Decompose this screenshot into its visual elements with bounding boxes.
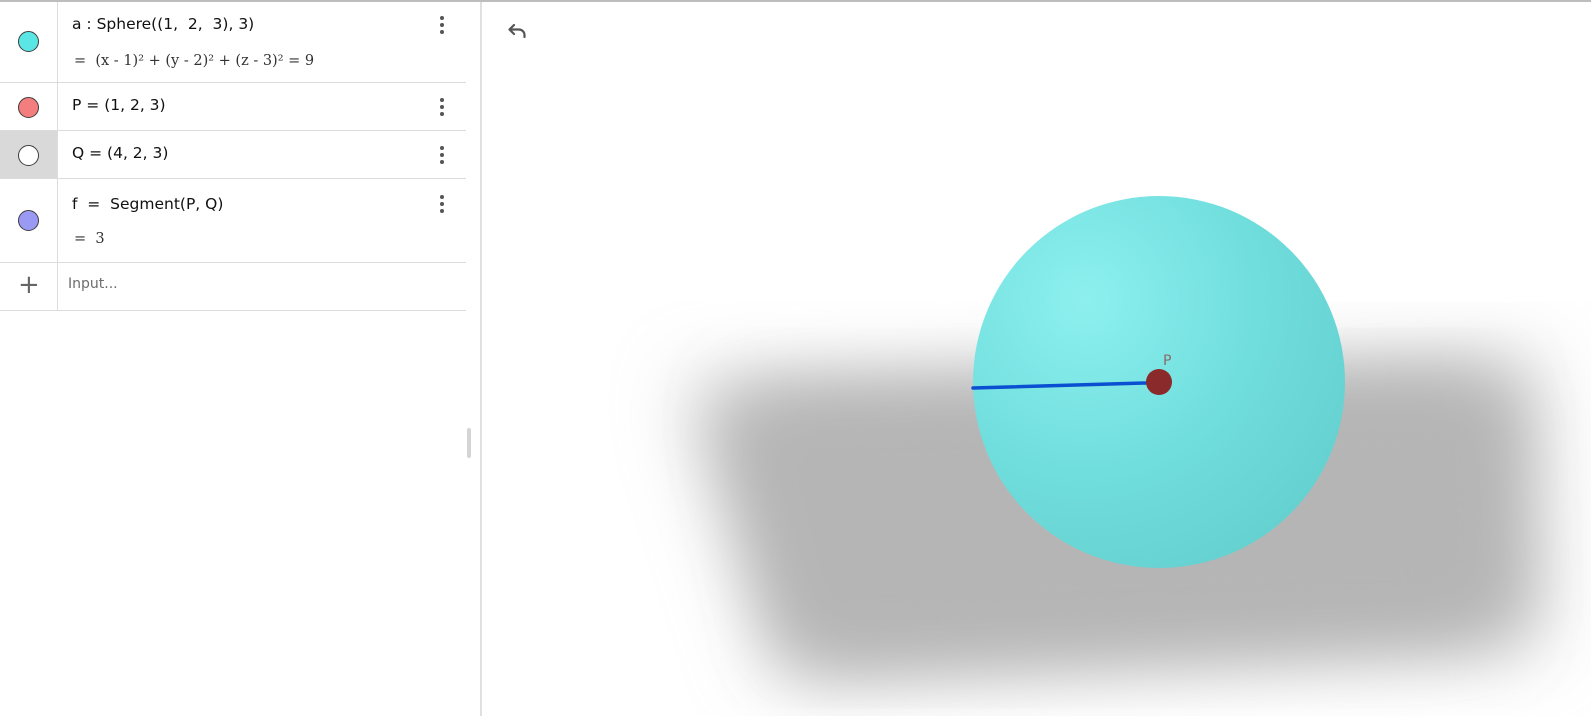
point-p-label: P bbox=[1163, 353, 1171, 369]
definition-p[interactable]: P = (1, 2, 3) bbox=[72, 96, 166, 114]
graphics-canvas[interactable]: P bbox=[484, 2, 1591, 716]
algebra-item-p[interactable]: P = (1, 2, 3) bbox=[0, 83, 466, 131]
marble-f-icon[interactable] bbox=[18, 210, 39, 231]
undo-button[interactable] bbox=[502, 16, 532, 46]
more-menu-p-icon[interactable] bbox=[432, 96, 452, 118]
algebra-item-f[interactable]: f = Segment(P, Q) = 3 bbox=[0, 179, 466, 263]
visibility-toggle-p[interactable] bbox=[0, 83, 58, 130]
definition-q[interactable]: Q = (4, 2, 3) bbox=[72, 144, 168, 162]
visibility-toggle-q[interactable] bbox=[0, 131, 58, 178]
point-p[interactable] bbox=[1146, 369, 1172, 395]
panel-resize-handle[interactable] bbox=[467, 428, 471, 458]
more-menu-a-icon[interactable] bbox=[432, 14, 452, 36]
visibility-toggle-f[interactable] bbox=[0, 179, 58, 262]
graphics-3d-view[interactable]: P bbox=[484, 2, 1591, 716]
plus-icon[interactable]: + bbox=[18, 272, 40, 298]
value-f: = 3 bbox=[74, 231, 105, 247]
more-menu-f-icon[interactable] bbox=[432, 193, 452, 215]
more-menu-q-icon[interactable] bbox=[432, 144, 452, 166]
definition-f[interactable]: f = Segment(P, Q) bbox=[72, 195, 223, 213]
definition-a[interactable]: a : Sphere((1, 2, 3), 3) bbox=[72, 15, 254, 33]
marble-a-icon[interactable] bbox=[18, 31, 39, 52]
marble-p-icon[interactable] bbox=[18, 97, 39, 118]
algebra-input[interactable] bbox=[68, 276, 448, 292]
value-a: = (x - 1)² + (y - 2)² + (z - 3)² = 9 bbox=[74, 53, 315, 69]
undo-icon bbox=[508, 23, 526, 39]
add-item-cell[interactable]: + bbox=[0, 263, 58, 310]
algebra-item-a[interactable]: a : Sphere((1, 2, 3), 3) = (x - 1)² + (y… bbox=[0, 2, 466, 83]
input-row[interactable]: + bbox=[0, 263, 466, 311]
marble-q-icon[interactable] bbox=[18, 145, 39, 166]
algebra-item-q[interactable]: Q = (4, 2, 3) bbox=[0, 131, 466, 179]
algebra-view: a : Sphere((1, 2, 3), 3) = (x - 1)² + (y… bbox=[0, 2, 482, 716]
visibility-toggle-a[interactable] bbox=[0, 2, 58, 82]
